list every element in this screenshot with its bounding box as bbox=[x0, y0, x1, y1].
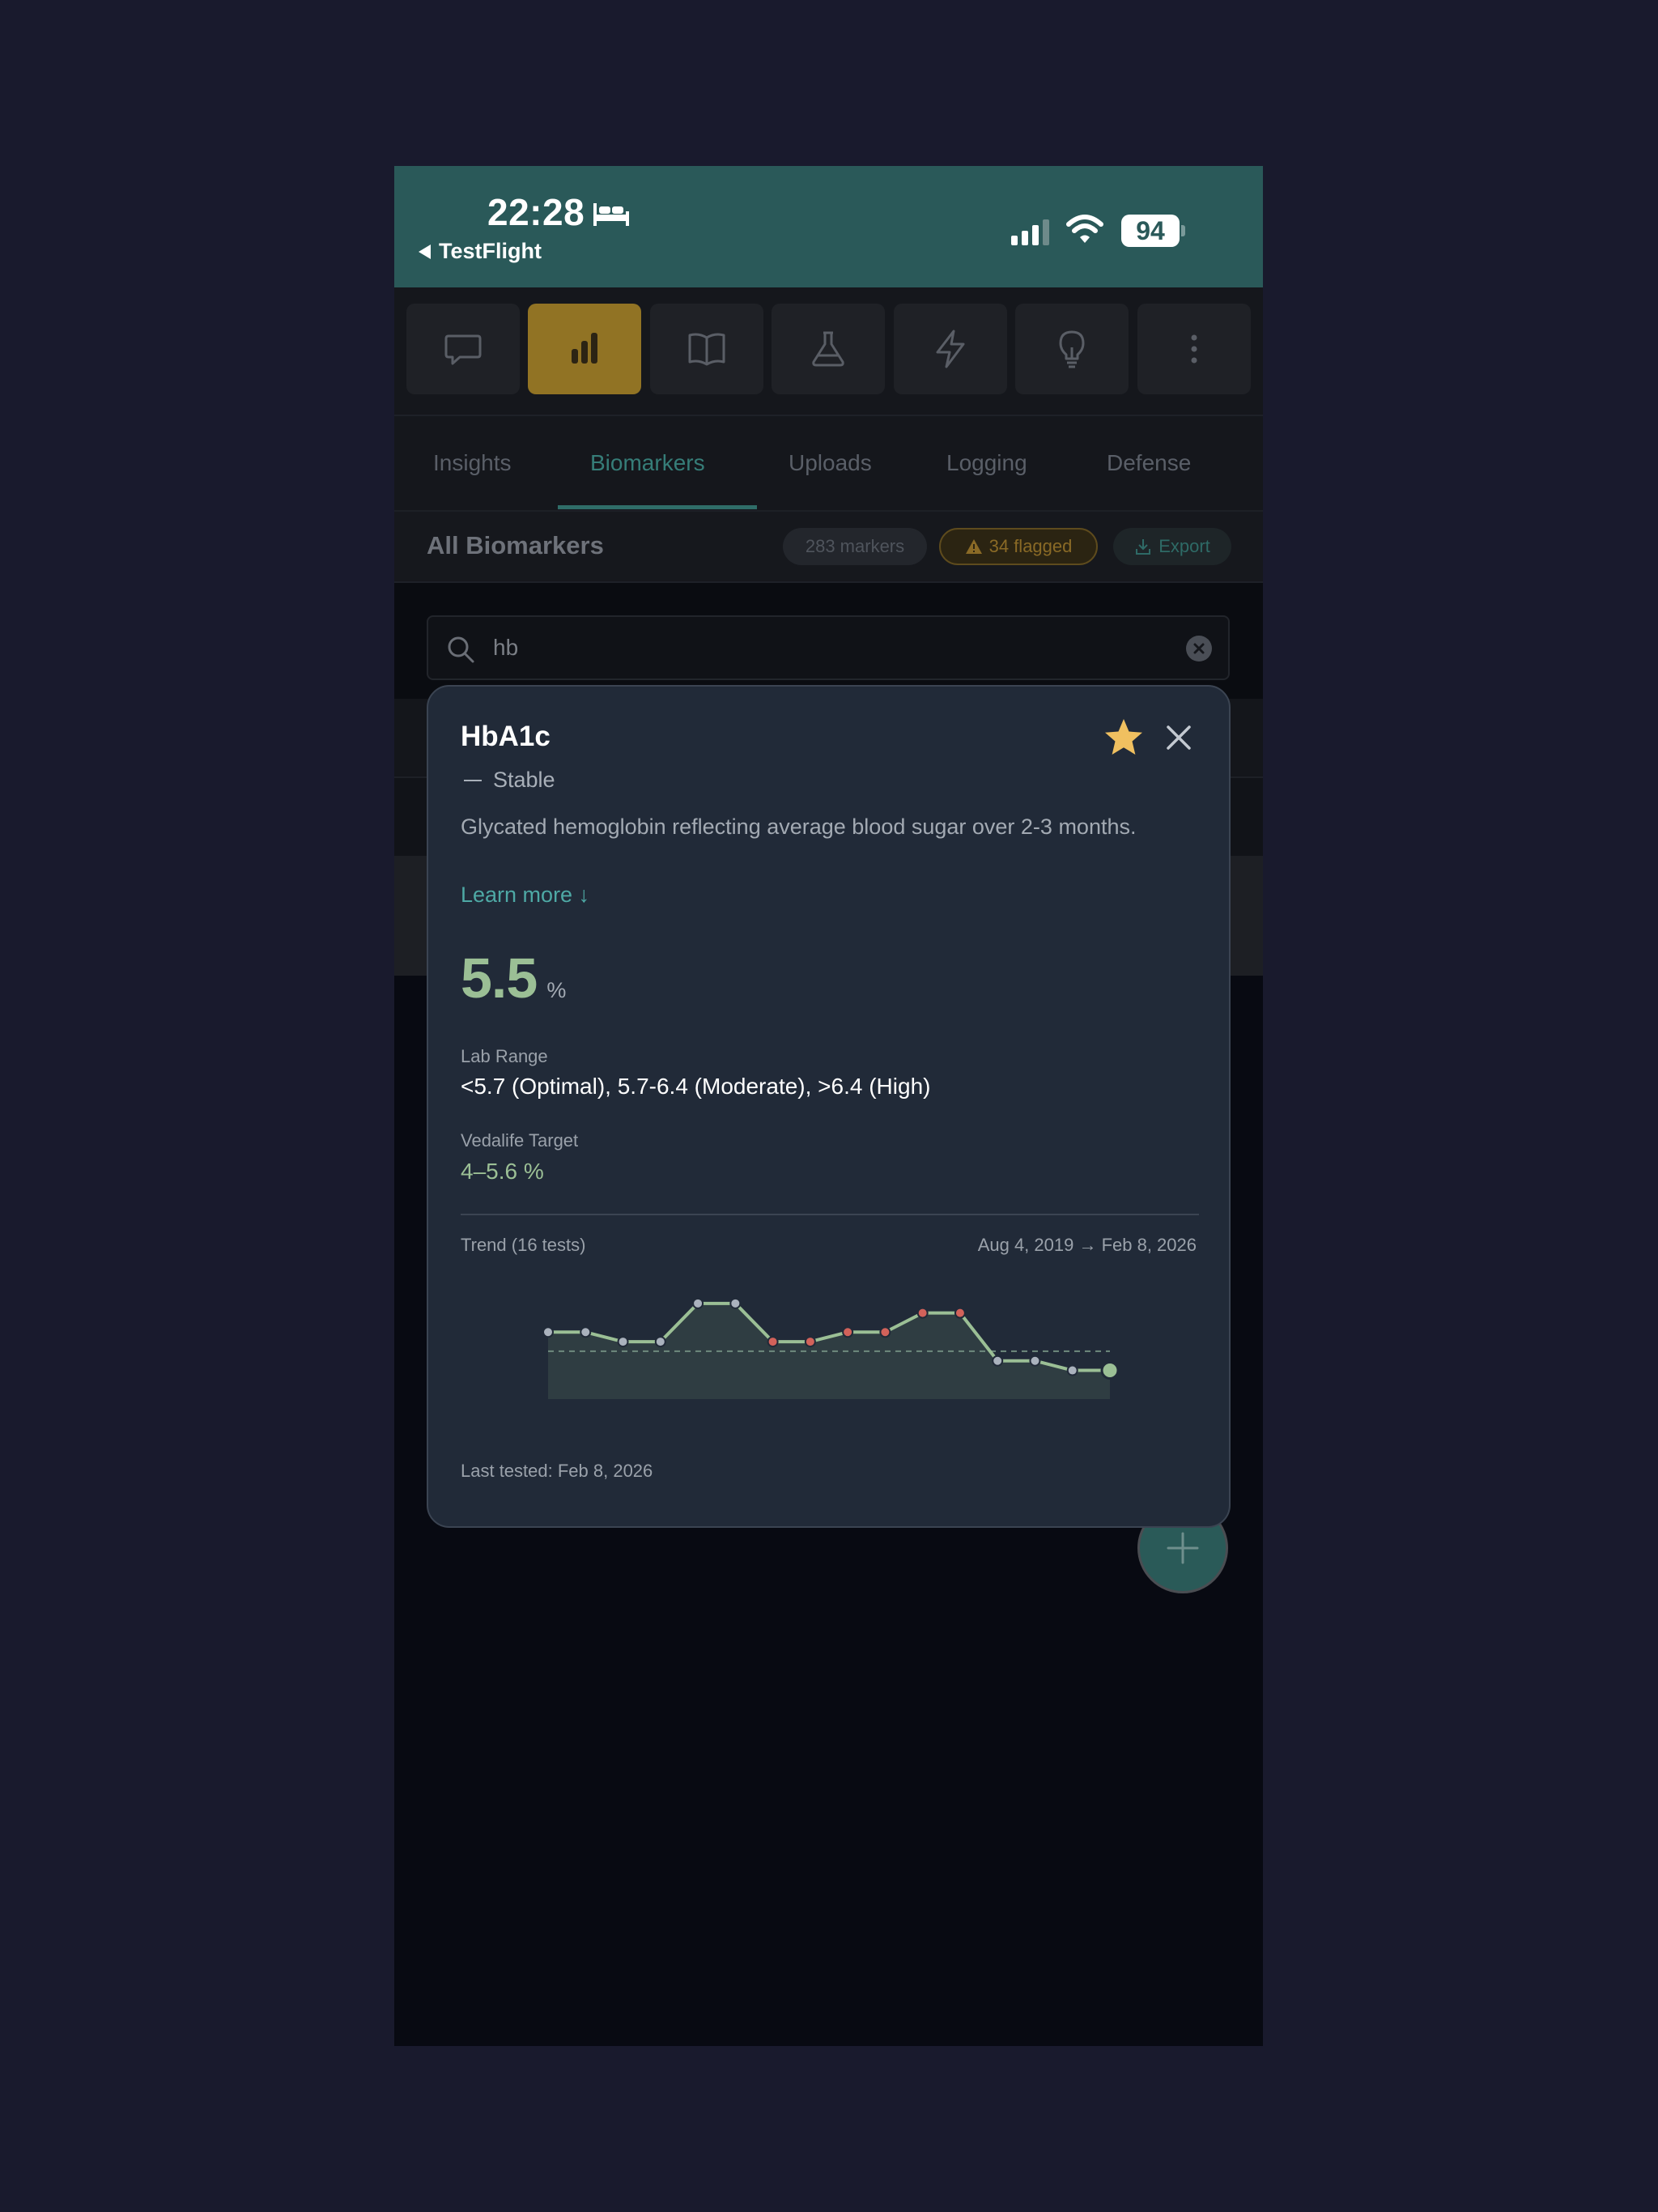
search-icon bbox=[448, 636, 474, 663]
tab-defense[interactable]: Defense bbox=[1107, 416, 1191, 510]
tool-more[interactable] bbox=[1137, 304, 1251, 394]
stable-trend-icon bbox=[464, 779, 482, 781]
biomarker-title: HbA1c bbox=[461, 721, 551, 752]
trend-chart bbox=[542, 1297, 1120, 1399]
trend-status: Stable bbox=[461, 768, 555, 793]
trend-point[interactable] bbox=[842, 1326, 854, 1338]
battery-tip bbox=[1181, 225, 1185, 236]
trend-point[interactable] bbox=[617, 1336, 629, 1348]
lightning-icon bbox=[936, 330, 965, 368]
flask-icon bbox=[812, 331, 844, 367]
cellular-signal-icon bbox=[1011, 219, 1049, 245]
status-bar: 22:28 TestFlight 94 bbox=[394, 166, 1263, 287]
wifi-icon bbox=[1066, 215, 1103, 243]
markers-count-badge: 283 markers bbox=[783, 528, 927, 565]
divider bbox=[461, 1214, 1199, 1215]
tab-logging[interactable]: Logging bbox=[946, 416, 1027, 510]
trend-point[interactable] bbox=[580, 1326, 592, 1338]
section-toolbar bbox=[394, 287, 1263, 416]
export-label: Export bbox=[1158, 536, 1210, 556]
learn-more-link[interactable]: Learn more ↓ bbox=[461, 883, 589, 908]
more-vertical-icon bbox=[1191, 334, 1197, 364]
lab-range-value: <5.7 (Optimal), 5.7-6.4 (Moderate), >6.4… bbox=[461, 1074, 931, 1099]
tab-biomarkers[interactable]: Biomarkers bbox=[590, 416, 705, 510]
bar-chart-icon bbox=[572, 333, 597, 364]
current-value-number: 5.5 bbox=[461, 946, 538, 1010]
biomarkers-header: All Biomarkers 283 markers 34 flagged Ex… bbox=[394, 512, 1263, 583]
trend-point[interactable] bbox=[916, 1307, 929, 1319]
biomarker-detail-modal: HbA1c Stable Glycated hemoglobin reflect… bbox=[427, 685, 1231, 1528]
bed-icon bbox=[593, 203, 629, 226]
book-icon bbox=[688, 333, 725, 366]
trend-point[interactable] bbox=[804, 1336, 816, 1348]
battery-indicator: 94 bbox=[1121, 215, 1180, 247]
favorite-star-icon[interactable] bbox=[1103, 717, 1145, 758]
back-arrow-icon bbox=[419, 244, 431, 259]
tab-uploads[interactable]: Uploads bbox=[789, 416, 872, 510]
warning-icon bbox=[965, 539, 982, 554]
chat-icon bbox=[444, 334, 482, 365]
plus-icon bbox=[1167, 1532, 1199, 1564]
last-tested: Last tested: Feb 8, 2026 bbox=[461, 1461, 653, 1481]
target-value: 4–5.6 % bbox=[461, 1159, 544, 1184]
trend-point[interactable] bbox=[767, 1336, 779, 1348]
markers-count-label: 283 markers bbox=[805, 536, 905, 556]
tool-chat[interactable] bbox=[406, 304, 520, 394]
clear-search-icon[interactable] bbox=[1185, 635, 1213, 662]
trend-status-label: Stable bbox=[493, 768, 555, 792]
trend-point[interactable] bbox=[654, 1336, 666, 1348]
lab-range-label: Lab Range bbox=[461, 1046, 548, 1066]
trend-label: Trend (16 tests) bbox=[461, 1235, 586, 1255]
download-icon bbox=[1136, 539, 1151, 555]
close-icon[interactable] bbox=[1165, 724, 1192, 751]
trend-point[interactable] bbox=[879, 1326, 891, 1338]
trend-point[interactable] bbox=[1066, 1364, 1078, 1376]
trend-point[interactable] bbox=[1029, 1355, 1041, 1367]
trend-date-range: Aug 4, 2019 → Feb 8, 2026 bbox=[977, 1235, 1197, 1255]
search-section bbox=[394, 583, 1263, 699]
search-field[interactable] bbox=[427, 615, 1230, 680]
tool-energy[interactable] bbox=[894, 304, 1007, 394]
target-label: Vedalife Target bbox=[461, 1130, 579, 1151]
back-to-testflight[interactable]: TestFlight bbox=[419, 239, 542, 264]
current-value: 5.5 % bbox=[461, 946, 566, 1010]
tab-bar: Insights Biomarkers Uploads Logging Defe… bbox=[394, 416, 1263, 512]
trend-point[interactable] bbox=[1100, 1361, 1120, 1380]
export-button[interactable]: Export bbox=[1113, 528, 1231, 565]
page-title: All Biomarkers bbox=[427, 531, 604, 559]
tool-biomarkers[interactable] bbox=[528, 304, 641, 394]
flagged-count-label: 34 flagged bbox=[988, 536, 1073, 556]
tool-library[interactable] bbox=[650, 304, 763, 394]
search-input[interactable] bbox=[493, 617, 1141, 678]
trend-point[interactable] bbox=[542, 1326, 554, 1338]
trend-point[interactable] bbox=[992, 1355, 1004, 1367]
trend-point[interactable] bbox=[954, 1307, 966, 1319]
status-time: 22:28 bbox=[487, 191, 585, 233]
tab-insights[interactable]: Insights bbox=[433, 416, 512, 510]
back-label: TestFlight bbox=[439, 239, 542, 263]
tool-lab[interactable] bbox=[772, 304, 885, 394]
lightbulb-icon bbox=[1059, 330, 1085, 368]
trend-point[interactable] bbox=[729, 1297, 742, 1309]
current-value-unit: % bbox=[546, 978, 567, 1002]
biomarker-description: Glycated hemoglobin reflecting average b… bbox=[461, 815, 1137, 839]
active-tab-indicator bbox=[558, 505, 757, 509]
tool-ideas[interactable] bbox=[1015, 304, 1129, 394]
trend-point[interactable] bbox=[692, 1297, 704, 1309]
flagged-filter-chip[interactable]: 34 flagged bbox=[939, 528, 1098, 565]
